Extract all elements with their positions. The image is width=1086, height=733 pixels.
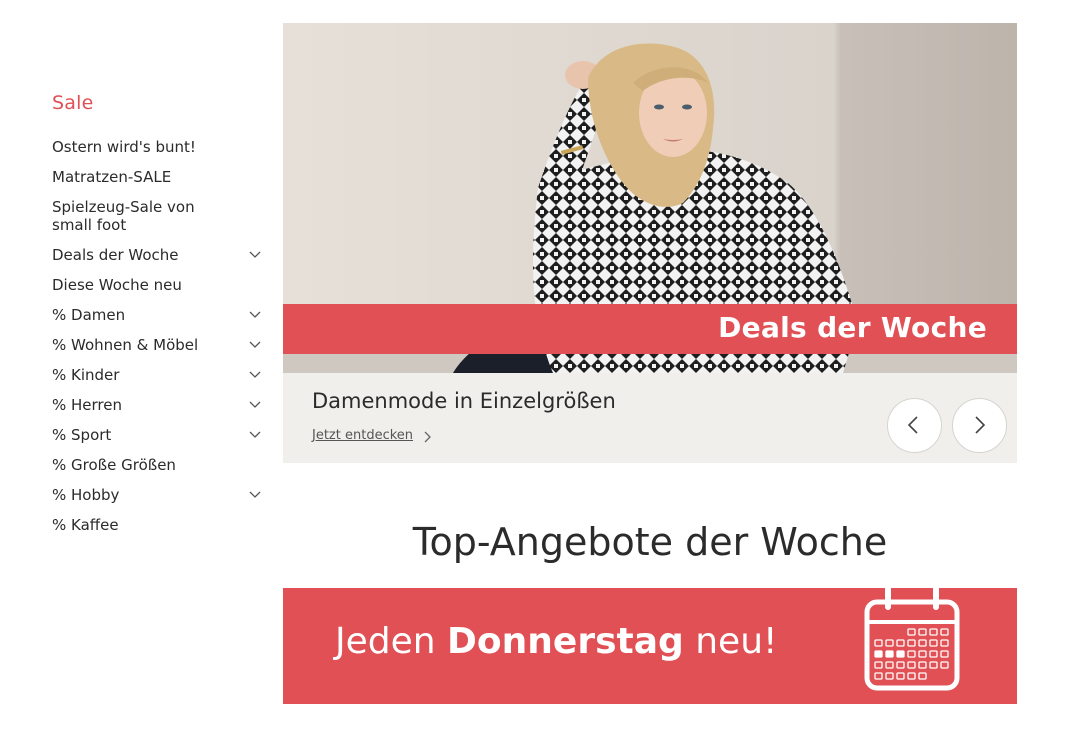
chevron-down-icon[interactable]: [249, 368, 261, 380]
calendar-icon: [864, 588, 960, 691]
sidebar-item-label: % Kinder: [52, 366, 120, 384]
sidebar-item-label: Ostern wird's bunt!: [52, 138, 196, 156]
promo-text-suffix: neu!: [683, 621, 778, 662]
chevron-right-icon[interactable]: [424, 431, 432, 443]
sidebar-list: Ostern wird's bunt! Matratzen-SALE Spielze…: [52, 138, 267, 534]
chevron-down-icon[interactable]: [249, 488, 261, 500]
slider-next-button[interactable]: [952, 398, 1007, 453]
section-title: Top-Angebote der Woche: [412, 520, 888, 564]
sidebar-item-label: % Sport: [52, 426, 112, 444]
sidebar-item-label: Matratzen-SALE: [52, 168, 172, 186]
promo-text-prefix: Jeden: [335, 621, 448, 662]
sidebar-item-label: Deals der Woche: [52, 246, 179, 264]
sidebar-item-label: % Herren: [52, 396, 123, 414]
sidebar-item[interactable]: % Herren: [52, 396, 261, 414]
sidebar-title[interactable]: Sale: [52, 92, 267, 114]
sidebar-item-label: % Große Größen: [52, 456, 176, 474]
sidebar: Sale Ostern wird's bunt! Matratzen-SALE Sp…: [52, 92, 267, 546]
deals-banner-text: Deals der Woche: [718, 311, 987, 344]
chevron-down-icon[interactable]: [249, 428, 261, 440]
sidebar-item[interactable]: % Hobby: [52, 486, 261, 504]
sidebar-item[interactable]: % Kaffee: [52, 516, 227, 534]
sidebar-item-label: Spielzeug-Sale von small foot: [52, 198, 195, 234]
promo-banner[interactable]: Jeden Donnerstag neu!: [283, 588, 1017, 704]
sidebar-item[interactable]: Ostern wird's bunt!: [52, 138, 227, 156]
chevron-left-icon: [907, 416, 918, 434]
sidebar-item[interactable]: Matratzen-SALE: [52, 168, 227, 186]
discover-link[interactable]: Jetzt entdecken: [312, 428, 413, 443]
sidebar-item-label: % Damen: [52, 306, 126, 324]
sidebar-item[interactable]: % Große Größen: [52, 456, 227, 474]
chevron-down-icon[interactable]: [249, 248, 261, 260]
sidebar-item[interactable]: Deals der Woche: [52, 246, 261, 264]
promo-text: Jeden Donnerstag neu!: [335, 621, 777, 662]
sidebar-item[interactable]: Diese Woche neu: [52, 276, 227, 294]
hero-slider: Deals der Woche Damenmode in Einzelgröße…: [283, 23, 1017, 463]
hero-caption[interactable]: Damenmode in Einzelgrößen: [312, 389, 616, 413]
sidebar-item[interactable]: % Kinder: [52, 366, 261, 384]
sidebar-item-label: Diese Woche neu: [52, 276, 182, 294]
sidebar-item[interactable]: Spielzeug-Sale von small foot: [52, 198, 227, 234]
sidebar-item[interactable]: % Wohnen & Möbel: [52, 336, 261, 354]
promo-text-bold: Donnerstag: [447, 621, 684, 662]
sidebar-item-label: % Hobby: [52, 486, 120, 504]
chevron-down-icon[interactable]: [249, 398, 261, 410]
sidebar-item[interactable]: % Damen: [52, 306, 261, 324]
sidebar-item[interactable]: % Sport: [52, 426, 261, 444]
slider-prev-button[interactable]: [887, 398, 942, 453]
chevron-down-icon[interactable]: [249, 308, 261, 320]
sidebar-item-label: % Wohnen & Möbel: [52, 336, 199, 354]
sidebar-item-label: % Kaffee: [52, 516, 119, 534]
deals-banner[interactable]: Deals der Woche: [283, 304, 1017, 354]
chevron-right-icon: [975, 416, 986, 434]
chevron-down-icon[interactable]: [249, 338, 261, 350]
